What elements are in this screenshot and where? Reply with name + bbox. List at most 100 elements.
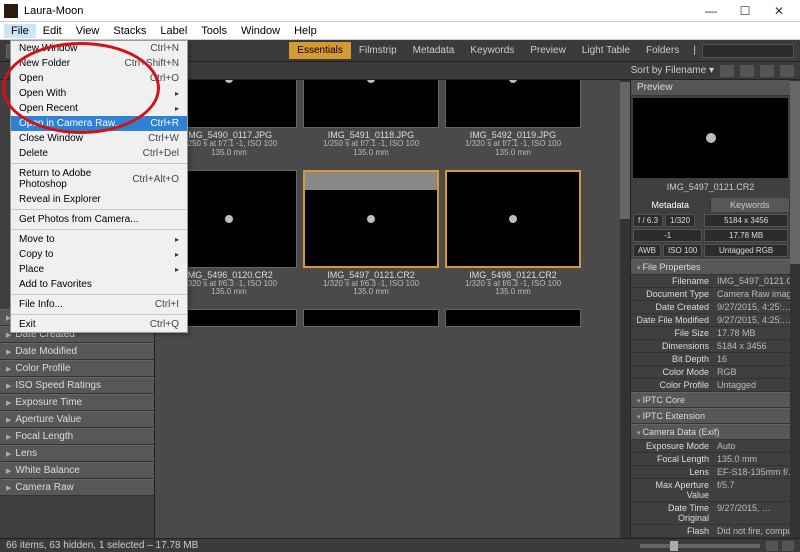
thumbnail-grid: IMG_5490_0117.JPG 1/250 s at f/7.1 -1, I… <box>155 80 620 538</box>
filter-iso[interactable]: ISO Speed Ratings <box>0 377 154 394</box>
close-button[interactable]: ✕ <box>762 1 796 21</box>
tab-light-table[interactable]: Light Table <box>574 42 638 59</box>
app-icon <box>4 4 18 18</box>
tab-keywords[interactable]: Keywords <box>462 42 522 59</box>
titlebar: Laura-Moon — ☐ ✕ <box>0 0 800 22</box>
menu-item[interactable]: Open in Camera Raw...Ctrl+R <box>11 116 187 131</box>
menu-item[interactable]: Reveal in Explorer <box>11 192 187 207</box>
thumb-meta2: 135.0 mm <box>211 288 247 297</box>
filter-lens[interactable]: Lens <box>0 445 154 462</box>
menu-help[interactable]: Help <box>287 24 324 38</box>
menu-item[interactable]: Open With <box>11 86 187 101</box>
menu-window[interactable]: Window <box>234 24 287 38</box>
moon-icon <box>367 215 375 223</box>
quick-metadata: f / 6.3 1/320 -1 AWB ISO 100 5184 x 3456… <box>631 212 790 259</box>
menu-item[interactable]: New WindowCtrl+N <box>11 41 187 56</box>
badge-size: 17.78 MB <box>704 229 788 242</box>
badge-ev: -1 <box>633 229 702 242</box>
tab-folders[interactable]: Folders <box>638 42 687 59</box>
thumb-meta2: 135.0 mm <box>353 288 389 297</box>
filter-star-icon[interactable] <box>780 65 794 77</box>
thumb-meta2: 135.0 mm <box>495 149 531 158</box>
menu-label[interactable]: Label <box>153 24 194 38</box>
moon-icon <box>706 133 716 143</box>
sort-dropdown[interactable]: Sort by Filename ▾ <box>631 65 714 76</box>
grid-view-icon[interactable] <box>766 541 778 551</box>
badge-dims: 5184 x 3456 <box>704 214 788 227</box>
search-input[interactable] <box>702 44 794 58</box>
sort-asc-icon[interactable] <box>720 65 734 77</box>
tab-metadata[interactable]: Metadata <box>405 42 463 59</box>
filter-color-profile[interactable]: Color Profile <box>0 360 154 377</box>
content-panel: IMG_5490_0117.JPG 1/250 s at f/7.1 -1, I… <box>155 80 620 538</box>
workspace-tabs: Essentials Filmstrip Metadata Keywords P… <box>289 42 687 59</box>
filter-white-balance[interactable]: White Balance <box>0 462 154 479</box>
thumb-meta2: 135.0 mm <box>353 149 389 158</box>
filter-exposure-time[interactable]: Exposure Time <box>0 394 154 411</box>
moon-icon <box>367 80 375 83</box>
thumbnail-size-slider[interactable] <box>640 544 760 548</box>
menu-item[interactable]: DeleteCtrl+Del <box>11 146 187 161</box>
menu-stacks[interactable]: Stacks <box>106 24 153 38</box>
moon-icon <box>225 215 233 223</box>
inspector-scrollbar[interactable] <box>790 80 800 538</box>
menubar: File Edit View Stacks Label Tools Window… <box>0 22 800 40</box>
badge-iso: ISO 100 <box>663 244 702 257</box>
menu-item[interactable]: Return to Adobe PhotoshopCtrl+Alt+O <box>11 166 187 192</box>
maximize-button[interactable]: ☐ <box>728 1 762 21</box>
inspector-panel: Preview IMG_5497_0121.CR2 Metadata Keywo… <box>630 80 790 538</box>
tab-metadata-panel[interactable]: Metadata <box>631 198 711 212</box>
menu-edit[interactable]: Edit <box>36 24 69 38</box>
thumbnail-selected[interactable]: IMG_5498_0121.CR2 1/320 s at f/6.3 -1, I… <box>445 170 581 298</box>
menu-item[interactable]: Add to Favorites <box>11 277 187 292</box>
menu-item[interactable]: Get Photos from Camera... <box>11 212 187 227</box>
statusbar: 66 items, 63 hidden, 1 selected – 17.78 … <box>0 538 800 552</box>
status-text: 66 items, 63 hidden, 1 selected – 17.78 … <box>6 540 198 551</box>
moon-icon <box>509 215 517 223</box>
badge-awb: AWB <box>633 244 661 257</box>
window-title: Laura-Moon <box>24 5 694 17</box>
file-props-header[interactable]: File Properties <box>631 259 790 275</box>
menu-item[interactable]: Place <box>11 262 187 277</box>
menu-item[interactable]: Close WindowCtrl+W <box>11 131 187 146</box>
thumbnail-selected[interactable]: IMG_5497_0121.CR2 1/320 s at f/6.3 -1, I… <box>303 170 439 298</box>
preview-filename: IMG_5497_0121.CR2 <box>631 180 790 198</box>
content-scrollbar[interactable] <box>620 80 630 538</box>
thumbnail[interactable]: IMG_5492_0119.JPG 1/320 s at f/7.1 -1, I… <box>445 80 581 158</box>
thumbnail[interactable] <box>445 309 581 329</box>
filter-camera-raw[interactable]: Camera Raw <box>0 479 154 496</box>
thumbnail[interactable] <box>303 309 439 329</box>
camera-data-header[interactable]: Camera Data (Exif) <box>631 424 790 440</box>
menu-item[interactable]: ExitCtrl+Q <box>11 317 187 332</box>
menu-item[interactable]: Open Recent <box>11 101 187 116</box>
menu-tools[interactable]: Tools <box>194 24 234 38</box>
iptc-core-header[interactable]: IPTC Core <box>631 392 790 408</box>
preview-image[interactable] <box>633 98 788 178</box>
tab-essentials[interactable]: Essentials <box>289 42 351 59</box>
menu-item[interactable]: OpenCtrl+O <box>11 71 187 86</box>
menu-item[interactable]: New FolderCtrl+Shift+N <box>11 56 187 71</box>
filter-aperture[interactable]: Aperture Value <box>0 411 154 428</box>
menu-item[interactable]: Move to <box>11 232 187 247</box>
menu-item[interactable]: File Info...Ctrl+I <box>11 297 187 312</box>
menu-item[interactable]: Copy to <box>11 247 187 262</box>
iptc-ext-header[interactable]: IPTC Extension <box>631 408 790 424</box>
window-buttons: — ☐ ✕ <box>694 1 796 21</box>
tab-preview[interactable]: Preview <box>522 42 574 59</box>
filter-date-modified[interactable]: Date Modified <box>0 343 154 360</box>
menu-file[interactable]: File <box>4 24 36 38</box>
thumbnail[interactable]: IMG_5491_0118.JPG 1/250 s at f/7.1 -1, I… <box>303 80 439 158</box>
view-browse-icon[interactable] <box>740 65 754 77</box>
tab-keywords-panel[interactable]: Keywords <box>711 198 791 212</box>
list-view-icon[interactable] <box>782 541 794 551</box>
thumb-meta2: 135.0 mm <box>495 288 531 297</box>
preview-header: Preview <box>631 80 790 96</box>
tab-filmstrip[interactable]: Filmstrip <box>351 42 405 59</box>
thumb-meta2: 135.0 mm <box>211 149 247 158</box>
badge-shutter: 1/320 <box>665 214 695 227</box>
minimize-button[interactable]: — <box>694 1 728 21</box>
filter-focal-length[interactable]: Focal Length <box>0 428 154 445</box>
view-options-icon[interactable] <box>760 65 774 77</box>
menu-view[interactable]: View <box>69 24 107 38</box>
file-props-list: FilenameIMG_5497_0121.CR2 Document TypeC… <box>631 275 790 392</box>
